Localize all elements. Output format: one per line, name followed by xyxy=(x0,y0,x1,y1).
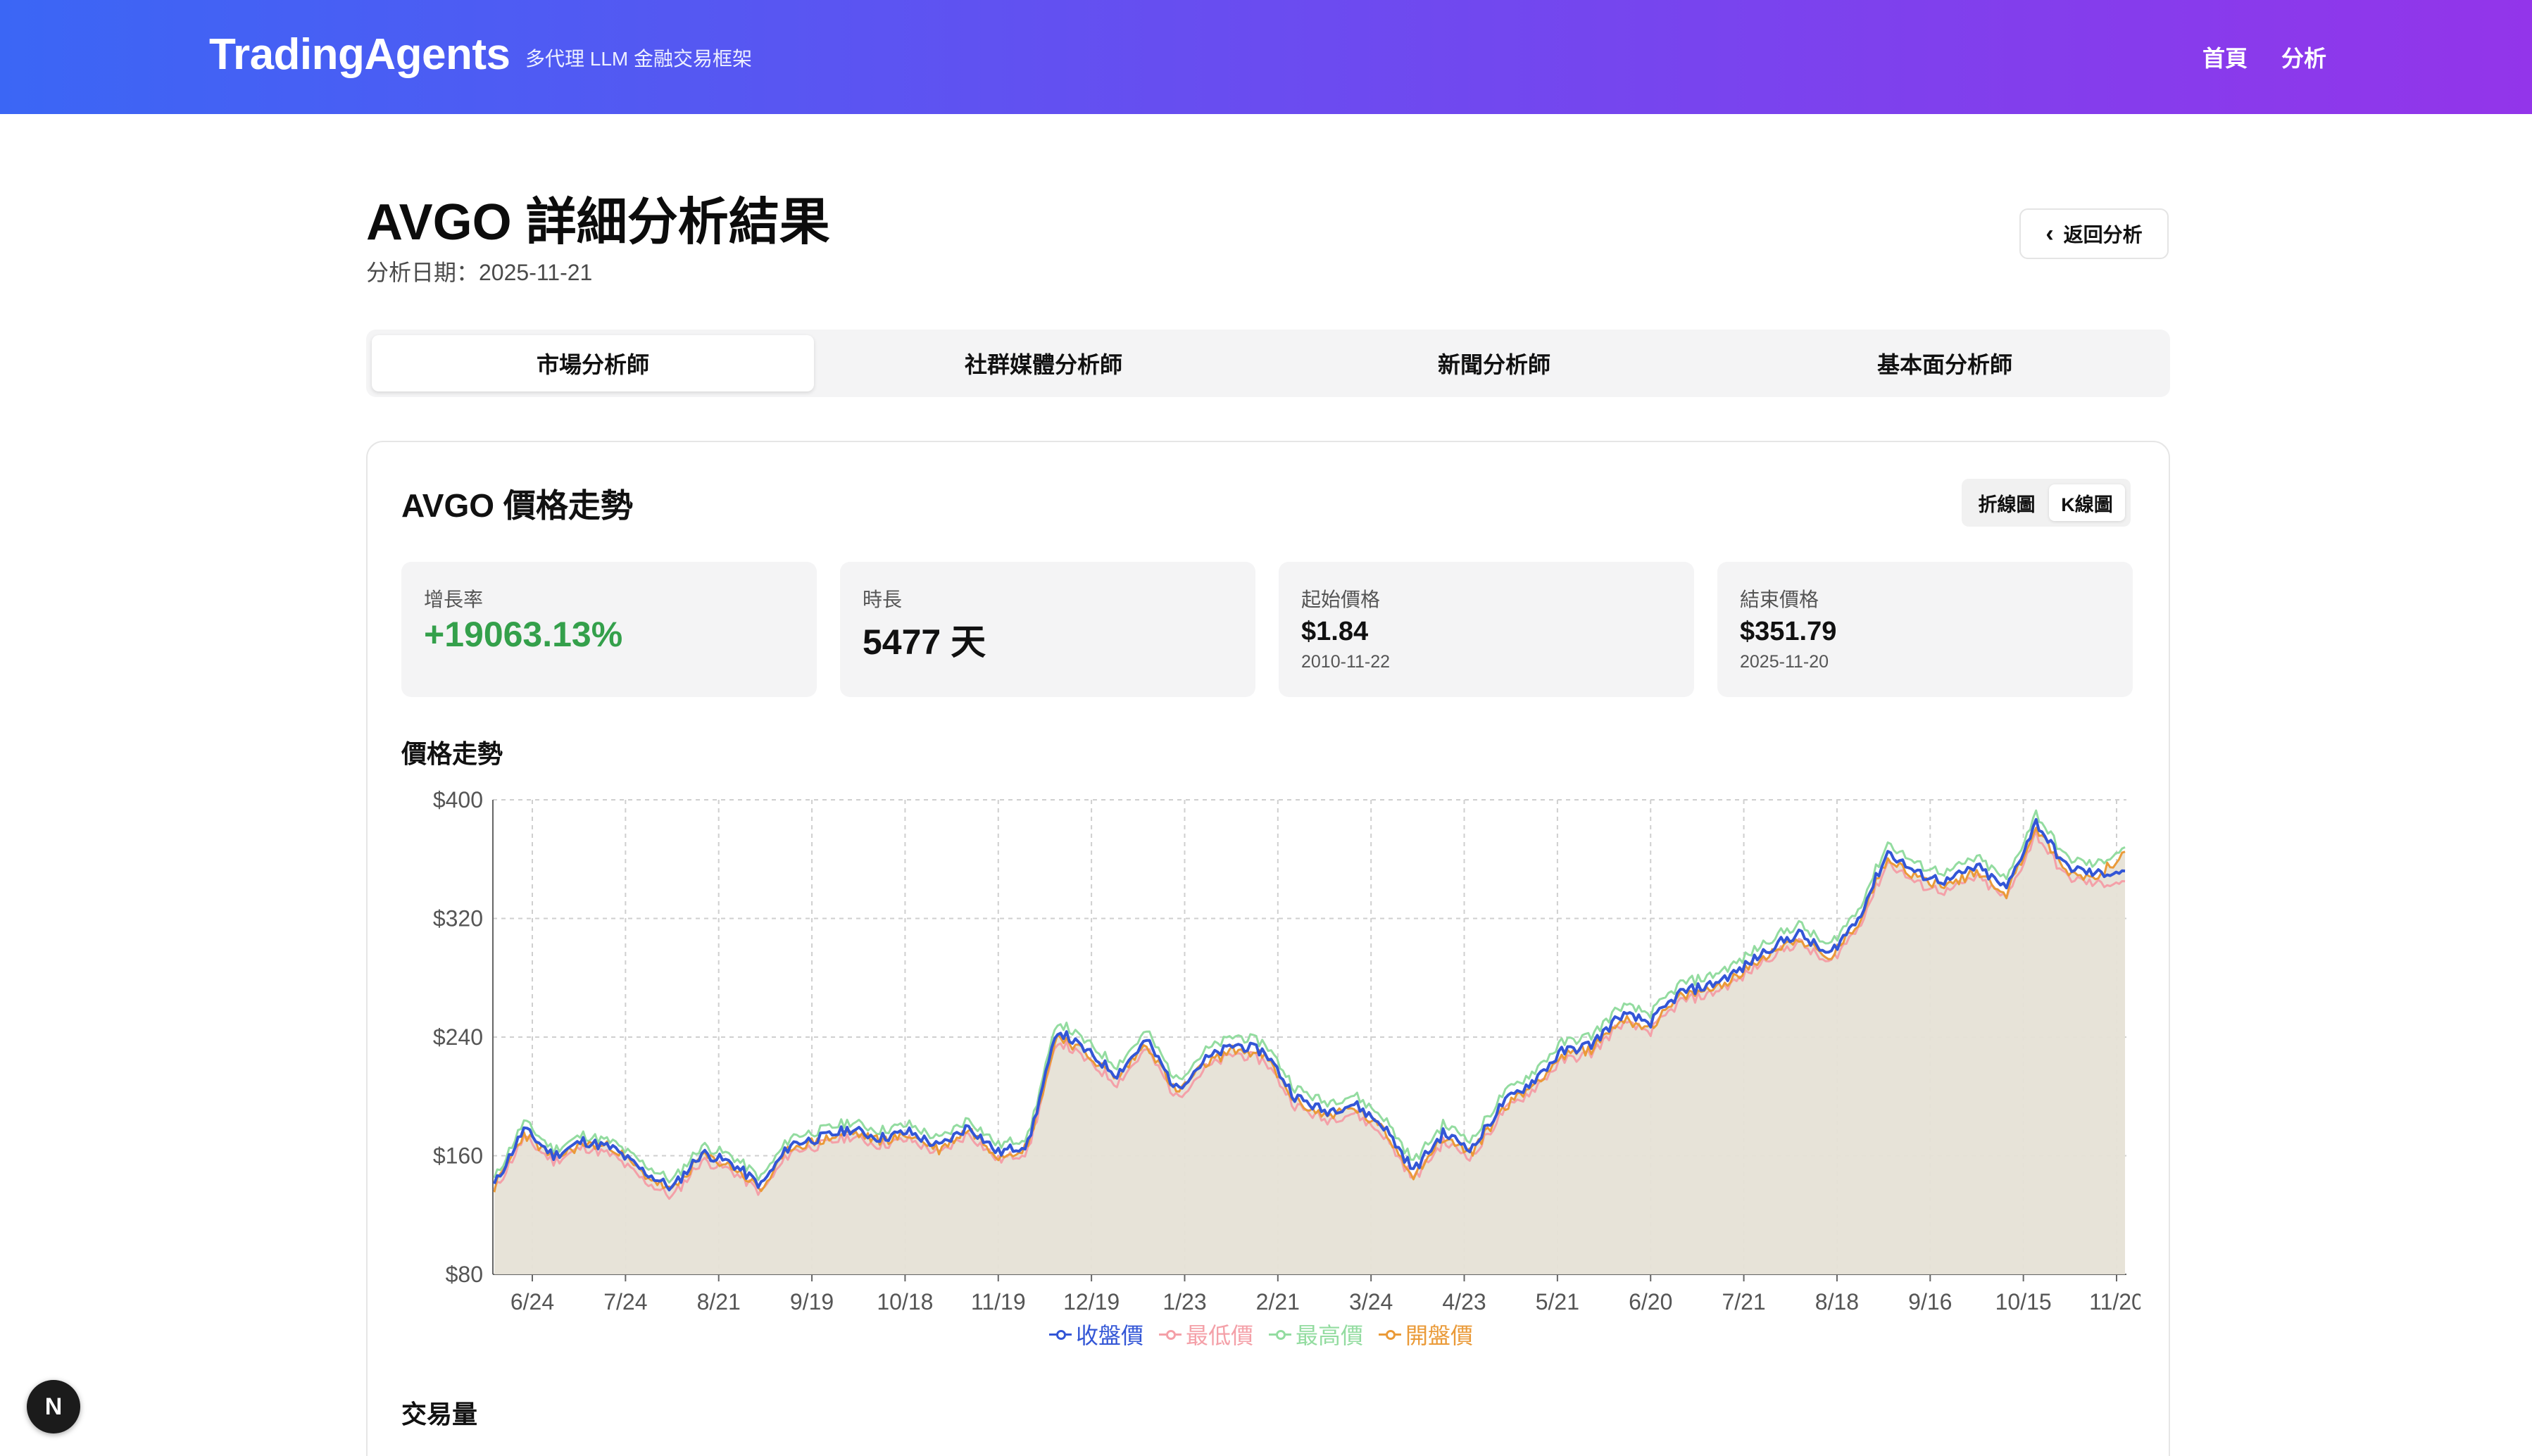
tab-news-analyst[interactable]: 新聞分析師 xyxy=(1273,335,1715,391)
brand-subtitle: 多代理 LLM 金融交易框架 xyxy=(525,48,753,70)
x-tick-label: 6/24 xyxy=(510,1289,554,1314)
legend-item-high[interactable]: 最高價 xyxy=(1269,1318,1363,1350)
nav-home-link[interactable]: 首頁 xyxy=(2202,41,2248,73)
x-tick-label: 6/20 xyxy=(1629,1289,1672,1314)
volume-section-title: 交易量 xyxy=(401,1400,478,1429)
x-tick-label: 8/18 xyxy=(1815,1289,1859,1314)
y-tick-label: $240 xyxy=(433,1024,483,1050)
price-section-title: 價格走勢 xyxy=(401,739,503,768)
x-tick-label: 9/19 xyxy=(790,1289,834,1314)
x-tick-label: 11/20 xyxy=(2089,1289,2141,1314)
legend-line-marker-icon xyxy=(1049,1329,1072,1340)
tab-fundamentals-analyst[interactable]: 基本面分析師 xyxy=(1724,335,2166,391)
x-tick-label: 12/19 xyxy=(1063,1289,1120,1314)
legend-line-marker-icon xyxy=(1269,1329,1292,1340)
page-title: AVGO 詳細分析結果 xyxy=(366,194,830,251)
stat-end-price: 結束價格 $351.79 2025-11-20 xyxy=(1717,562,2133,697)
x-tick-label: 1/23 xyxy=(1162,1289,1206,1314)
price-line-chart: $400 $320 $240 $160 $80 6/24 7/24 8/21 9/19 10/18… xyxy=(433,787,2141,1314)
chart-type-toggle: 折線圖 K線圖 xyxy=(1962,479,2131,527)
line-chart-toggle[interactable]: 折線圖 xyxy=(1967,484,2046,521)
legend-label: 開盤價 xyxy=(1405,1323,1474,1348)
stat-growth-rate: 增長率 +19063.13% xyxy=(401,562,817,697)
stat-value: $1.84 xyxy=(1301,617,1369,646)
legend-item-close[interactable]: 收盤價 xyxy=(1049,1318,1143,1350)
stat-value: $351.79 xyxy=(1740,617,1837,646)
stat-date: 2010-11-22 xyxy=(1301,652,1391,672)
x-tick-label: 7/24 xyxy=(603,1289,647,1314)
price-area xyxy=(494,827,2125,1274)
stat-date: 2025-11-20 xyxy=(1740,652,1829,672)
stat-value: +19063.13% xyxy=(424,615,623,654)
x-tick-label: 10/15 xyxy=(1995,1289,2052,1314)
y-tick-label: $160 xyxy=(433,1143,483,1169)
y-tick-label: $80 xyxy=(446,1262,483,1287)
stat-start-price: 起始價格 $1.84 2010-11-22 xyxy=(1279,562,1694,697)
tab-market-analyst[interactable]: 市場分析師 xyxy=(372,335,814,391)
stat-duration: 時長 5477 天 xyxy=(840,562,1255,697)
chevron-left-icon: ‹ xyxy=(2045,220,2054,247)
back-to-analysis-button[interactable]: ‹ 返回分析 xyxy=(2019,208,2169,259)
stat-label: 時長 xyxy=(863,589,903,610)
legend-line-marker-icon xyxy=(1159,1329,1182,1340)
legend-label: 收盤價 xyxy=(1076,1323,1144,1348)
x-tick-label: 3/24 xyxy=(1349,1289,1393,1314)
x-tick-label: 7/21 xyxy=(1722,1289,1765,1314)
analyst-tabs: 市場分析師 社群媒體分析師 新聞分析師 基本面分析師 xyxy=(366,330,2170,397)
legend-label: 最低價 xyxy=(1186,1323,1254,1348)
tab-social-media-analyst[interactable]: 社群媒體分析師 xyxy=(822,335,1265,391)
x-tick-label: 9/16 xyxy=(1908,1289,1952,1314)
y-tick-label: $400 xyxy=(433,787,483,812)
x-tick-label: 2/21 xyxy=(1256,1289,1300,1314)
x-tick-label: 11/19 xyxy=(971,1289,1026,1314)
stat-label: 增長率 xyxy=(424,589,484,610)
legend-item-open[interactable]: 開盤價 xyxy=(1379,1318,1473,1350)
legend-label: 最高價 xyxy=(1296,1323,1364,1348)
analysis-date: 分析日期：2025-11-21 xyxy=(366,260,593,285)
x-tick-label: 4/23 xyxy=(1442,1289,1486,1314)
candlestick-chart-toggle[interactable]: K線圖 xyxy=(2049,484,2125,521)
x-tick-label: 10/18 xyxy=(877,1289,933,1314)
x-tick-label: 8/21 xyxy=(697,1289,741,1314)
nextjs-dev-indicator-icon[interactable]: N xyxy=(27,1380,80,1433)
y-tick-label: $320 xyxy=(433,906,483,931)
stat-label: 結束價格 xyxy=(1740,589,1819,610)
nav-analysis-link[interactable]: 分析 xyxy=(2281,41,2326,73)
chart-legend: 收盤價 最低價 最高價 開盤價 xyxy=(1049,1318,1473,1350)
stat-value: 5477 天 xyxy=(863,622,986,662)
brand-logo[interactable]: TradingAgents xyxy=(209,30,510,80)
legend-item-low[interactable]: 最低價 xyxy=(1159,1318,1253,1350)
x-tick-label: 5/21 xyxy=(1536,1289,1579,1314)
back-button-label: 返回分析 xyxy=(2063,224,2143,246)
legend-line-marker-icon xyxy=(1379,1329,1402,1340)
top-navbar: TradingAgents 多代理 LLM 金融交易框架 首頁 分析 xyxy=(0,0,2532,114)
stat-label: 起始價格 xyxy=(1301,589,1381,610)
card-title: AVGO 價格走勢 xyxy=(401,487,633,524)
